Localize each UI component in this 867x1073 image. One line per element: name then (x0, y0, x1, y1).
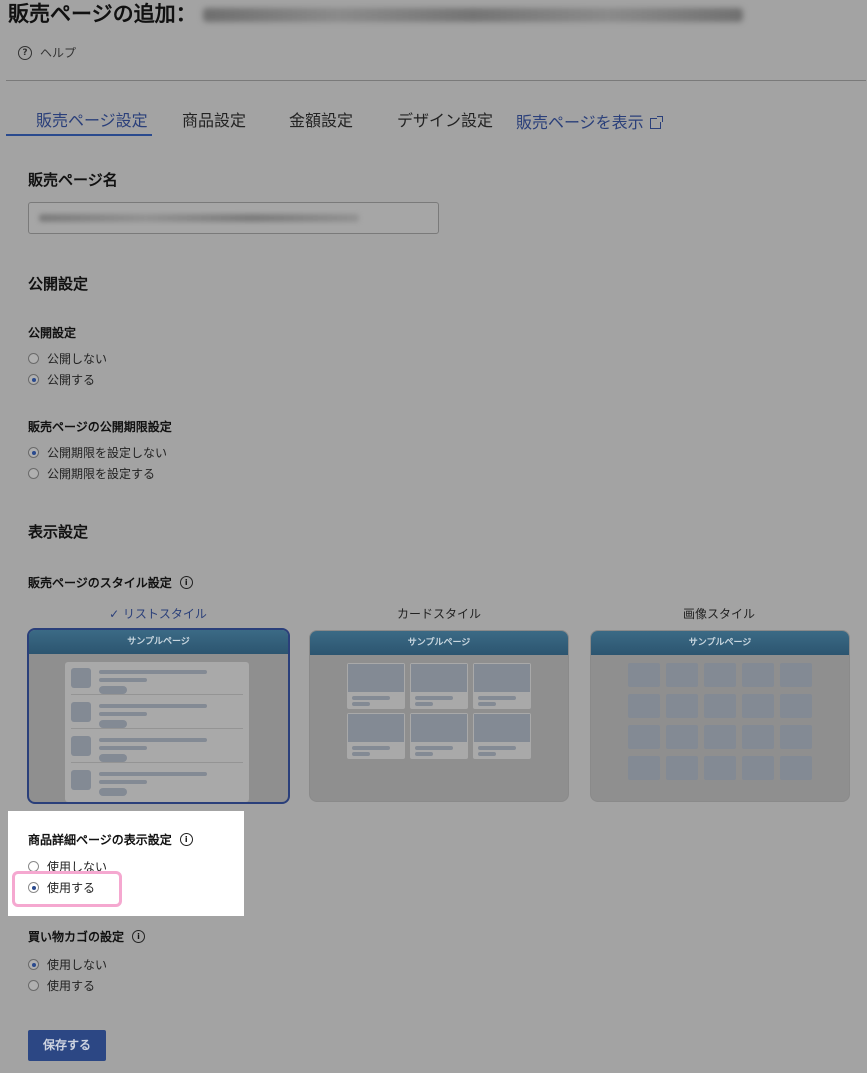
publish-setting-label: 公開設定 (28, 326, 77, 340)
radio-button-selected[interactable] (28, 447, 39, 458)
publish-radio-group: 公開しない 公開する (28, 348, 107, 390)
save-button[interactable]: 保存する (28, 1030, 106, 1061)
page-title-text: 販売ページの追加： (8, 2, 197, 26)
cart-radio-group: 使用しない 使用する (28, 954, 107, 996)
tab-sales-page-settings[interactable]: 販売ページ設定 (36, 110, 148, 136)
period-setting-label: 販売ページの公開期限設定 (28, 420, 172, 434)
list-style-option[interactable]: サンプルページ (27, 628, 290, 804)
help-link[interactable]: ? ヘルプ (18, 44, 76, 61)
info-icon[interactable]: i (132, 930, 146, 943)
period-radio-group: 公開期限を設定しない 公開期限を設定する (28, 442, 167, 484)
page-title: 販売ページの追加： (8, 0, 743, 28)
redacted-name (39, 214, 359, 222)
tab-design-settings[interactable]: デザイン設定 (397, 110, 493, 136)
cart-setting-text: 買い物カゴの設定 (28, 930, 125, 944)
tab-product-settings[interactable]: 商品設定 (182, 110, 246, 136)
tab-price-settings[interactable]: 金額設定 (289, 110, 353, 136)
question-icon: ? (18, 45, 32, 60)
radio-option-cart-off[interactable]: 使用しない (28, 954, 107, 975)
style-label-list: ✓ リストスタイル (109, 607, 207, 621)
sample-page-label: サンプルページ (310, 631, 568, 655)
style-setting-text: 販売ページのスタイル設定 (28, 576, 172, 590)
radio-label: 使用する (47, 979, 96, 993)
radio-button-selected[interactable] (28, 959, 39, 970)
radio-label: 公開期限を設定しない (47, 446, 168, 460)
divider (6, 80, 866, 81)
list-preview-row (71, 696, 243, 729)
redacted-title (202, 8, 743, 22)
page-name-input[interactable] (28, 202, 439, 234)
view-sales-page-link[interactable]: 販売ページを表示 (516, 110, 663, 136)
active-tab-indicator (6, 134, 152, 136)
sample-page-label: サンプルページ (29, 630, 288, 654)
tab-bar: 販売ページ設定 商品設定 金額設定 デザイン設定 販売ページを表示 (0, 110, 867, 136)
radio-button-selected[interactable] (28, 374, 39, 385)
list-preview-row (71, 764, 243, 796)
detail-page-label: 商品詳細ページの表示設定 i (28, 831, 193, 848)
cart-setting-label: 買い物カゴの設定 i (28, 928, 146, 945)
radio-option-publish[interactable]: 公開する (28, 369, 107, 390)
view-sales-page-label: 販売ページを表示 (516, 113, 644, 132)
radio-option-set-period[interactable]: 公開期限を設定する (28, 463, 167, 484)
card-style-option[interactable]: サンプルページ (309, 630, 569, 802)
info-icon[interactable]: i (179, 576, 193, 589)
sample-page-label: サンプルページ (591, 631, 849, 655)
radio-button[interactable] (28, 353, 39, 364)
radio-label: 公開しない (47, 352, 108, 366)
detail-page-text: 商品詳細ページの表示設定 (28, 833, 172, 847)
radio-label: 公開する (47, 373, 96, 387)
list-preview-row (71, 730, 243, 763)
highlight-box (12, 871, 122, 907)
style-label-card: カードスタイル (396, 607, 481, 621)
display-heading: 表示設定 (28, 523, 89, 541)
list-preview (65, 662, 249, 802)
style-setting-label: 販売ページのスタイル設定 i (28, 574, 193, 591)
radio-label: 公開期限を設定する (47, 467, 156, 481)
help-label: ヘルプ (40, 46, 77, 60)
info-icon[interactable]: i (179, 833, 193, 846)
list-preview-row (71, 662, 243, 695)
page-name-heading: 販売ページ名 (28, 171, 118, 189)
image-style-option[interactable]: サンプルページ (590, 630, 850, 802)
radio-option-no-period[interactable]: 公開期限を設定しない (28, 442, 167, 463)
publish-heading: 公開設定 (28, 275, 89, 293)
radio-option-cart-on[interactable]: 使用する (28, 975, 107, 996)
radio-button[interactable] (28, 468, 39, 479)
radio-option-unpublish[interactable]: 公開しない (28, 348, 107, 369)
radio-label: 使用しない (47, 958, 108, 972)
external-link-icon (649, 115, 663, 129)
style-label-image: 画像スタイル (682, 607, 755, 621)
radio-button[interactable] (28, 980, 39, 991)
